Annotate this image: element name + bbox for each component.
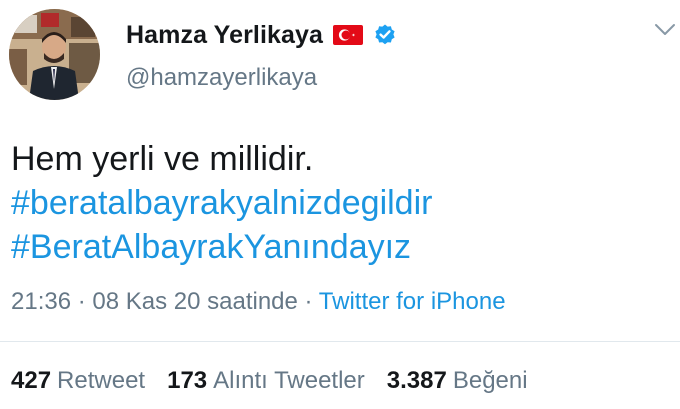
tweet-text-line: Hem yerli ve millidir.	[11, 140, 314, 178]
tweet-stats: 427 Retweet 173 Alıntı Tweetler 3.387 Beğen…	[11, 367, 528, 395]
turkey-flag-icon	[333, 25, 364, 45]
user-handle[interactable]: @hamzayerlikaya	[126, 64, 317, 92]
tweet-time[interactable]: 21:36	[11, 288, 71, 315]
chevron-down-icon[interactable]	[654, 22, 676, 38]
avatar-photo	[9, 9, 100, 100]
stat-label: Alıntı Tweetler	[213, 367, 365, 394]
verified-icon	[375, 24, 395, 45]
tweet-text: Hem yerli ve millidir. #beratalbayrakyal…	[11, 137, 432, 269]
tweet-card: Hamza Yerlikaya @hamzayerlikaya Hem yerl…	[0, 0, 680, 409]
quote-tweets-count[interactable]: 173 Alıntı Tweetler	[167, 367, 365, 395]
avatar[interactable]	[9, 9, 100, 100]
tweet-date[interactable]: 08 Kas 20 saatinde	[92, 288, 298, 315]
hashtag-link[interactable]: #beratalbayrakyalnizdegildir	[11, 181, 432, 225]
stat-count: 427	[11, 367, 52, 394]
meta-separator: ·	[71, 288, 93, 315]
likes-count[interactable]: 3.387 Beğeni	[387, 367, 528, 395]
stat-count: 173	[167, 367, 208, 394]
meta-separator: ·	[297, 288, 319, 315]
hashtag-link[interactable]: #BeratAlbayrakYanındayız	[11, 225, 432, 269]
tweet-metadata: 21:36 · 08 Kas 20 saatinde · Twitter for…	[11, 288, 506, 316]
name-row: Hamza Yerlikaya	[126, 18, 397, 52]
tweet-source-link[interactable]: Twitter for iPhone	[319, 288, 506, 315]
stat-count: 3.387	[386, 367, 447, 394]
divider	[0, 341, 680, 342]
stat-label: Retweet	[57, 367, 146, 394]
stat-label: Beğeni	[452, 367, 528, 394]
display-name[interactable]: Hamza Yerlikaya	[126, 21, 323, 50]
retweet-count[interactable]: 427 Retweet	[11, 367, 145, 395]
